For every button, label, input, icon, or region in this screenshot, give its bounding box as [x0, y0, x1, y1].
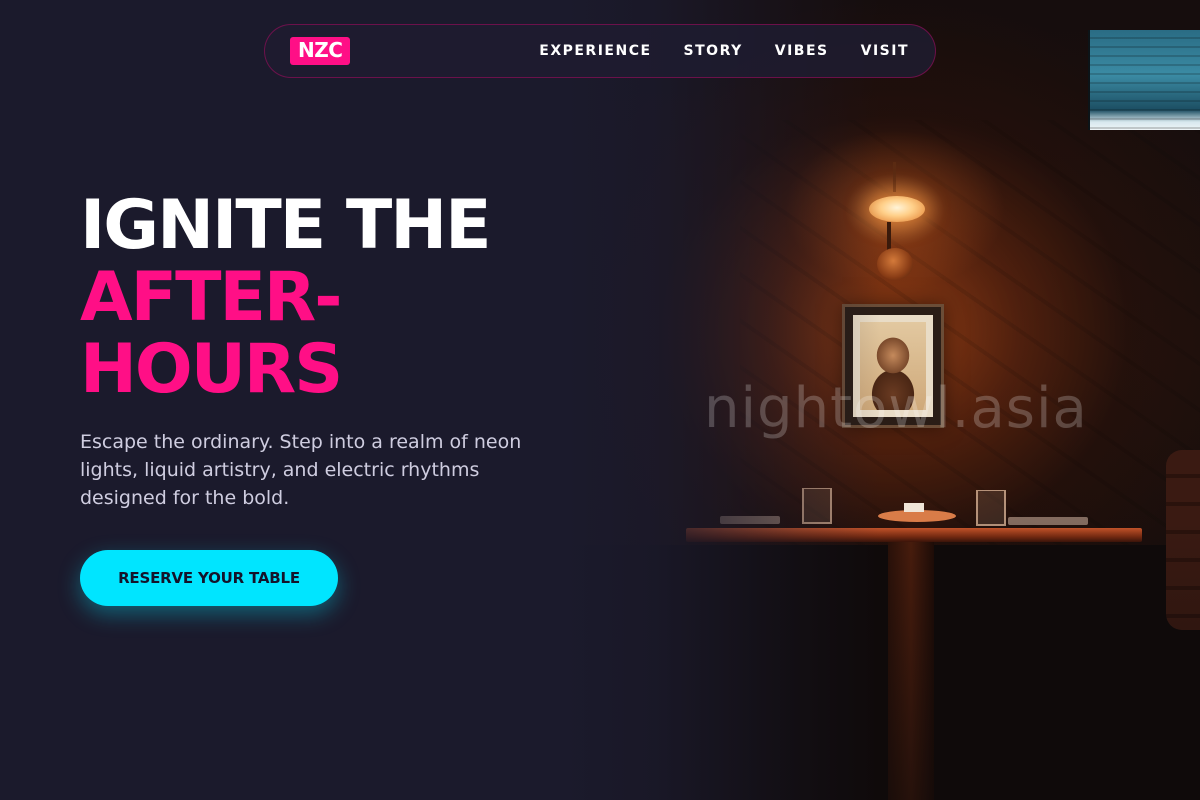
top-navbar: NZC EXPERIENCE STORY VIBES VISIT [264, 24, 936, 78]
plate-item [904, 503, 924, 512]
nav-link-vibes[interactable]: VIBES [775, 43, 829, 59]
hero-headline: IGNITE THE AFTER- HOURS [80, 190, 560, 406]
nav-link-story[interactable]: STORY [684, 43, 743, 59]
lamp-mount [877, 248, 913, 280]
watermark: nightowl.asia [704, 376, 1088, 441]
nav-link-experience[interactable]: EXPERIENCE [539, 43, 651, 59]
headline-line-2: AFTER- [80, 258, 343, 337]
lamp-cord [893, 162, 896, 192]
reserve-table-button[interactable]: RESERVE YOUR TABLE [80, 550, 338, 606]
hero-section: IGNITE THE AFTER- HOURS Escape the ordin… [80, 190, 560, 512]
headline-line-3: HOURS [80, 330, 343, 409]
nav-link-visit[interactable]: VISIT [861, 43, 909, 59]
lamp-arm [887, 222, 891, 250]
brand-logo[interactable]: NZC [290, 37, 351, 65]
hero-subcopy: Escape the ordinary. Step into a realm o… [80, 431, 522, 509]
headline-line-1: IGNITE THE [80, 186, 492, 265]
window [1088, 30, 1200, 130]
nav-links: EXPERIENCE STORY VIBES VISIT [539, 43, 909, 59]
